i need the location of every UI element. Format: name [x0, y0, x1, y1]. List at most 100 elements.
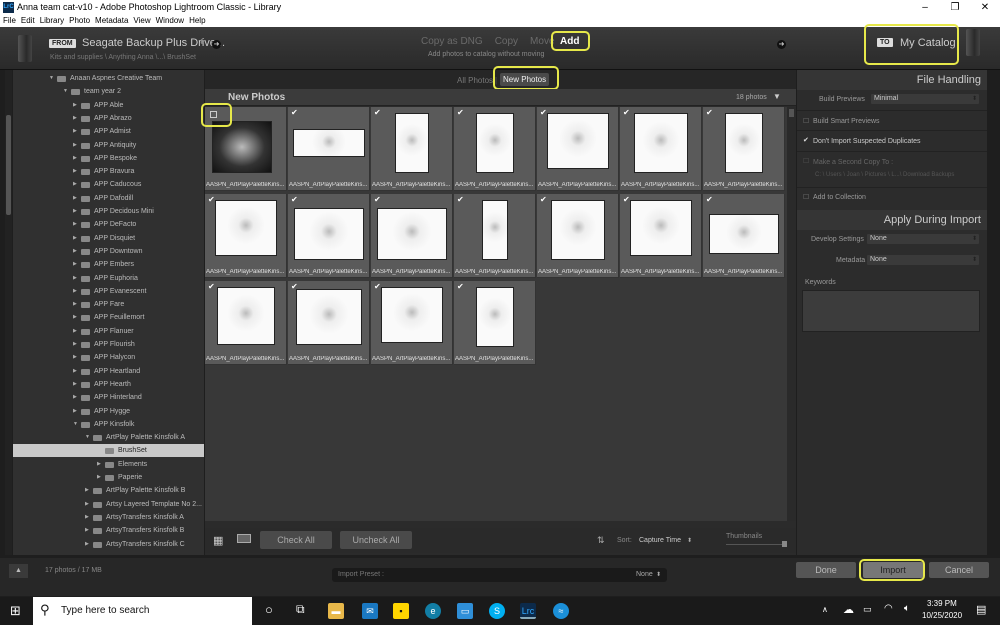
grid-view-icon[interactable]: ▦	[213, 534, 223, 547]
develop-settings-select[interactable]: None	[867, 234, 979, 244]
uncheck-all-button[interactable]: Uncheck All	[340, 531, 412, 549]
menu-window[interactable]: Window	[156, 16, 184, 25]
include-checkbox-icon[interactable]: ✔	[457, 282, 464, 291]
add-collection-checkbox[interactable]: ☐	[803, 193, 809, 201]
thumbnail-slider-handle[interactable]	[782, 541, 787, 547]
expand-arrow-icon[interactable]: ▶	[85, 524, 89, 537]
tree-item[interactable]: ▶ ArtPlay Palette Kinsfolk B	[13, 484, 204, 497]
photo-thumbnail-cell[interactable]: ✔AASPN_ArtPlayPaletteKins...	[205, 281, 287, 365]
tree-item[interactable]: ▶ APP Antiquity	[13, 139, 204, 152]
sort-value[interactable]: Capture Time	[639, 537, 681, 544]
photo-thumbnail-cell[interactable]: ✔AASPN_ArtPlayPaletteKins...	[537, 194, 619, 278]
menu-metadata[interactable]: Metadata	[95, 16, 128, 25]
menu-view[interactable]: View	[133, 16, 150, 25]
tree-item[interactable]: ▶ APP Decidous Mini	[13, 205, 204, 218]
include-checkbox-icon[interactable]: ✔	[374, 108, 381, 117]
expand-arrow-icon[interactable]: ▶	[73, 152, 77, 165]
file-explorer-icon[interactable]: ▬	[328, 603, 344, 619]
clock-time[interactable]: 3:39 PM	[927, 599, 957, 608]
tree-item[interactable]: ▶ APP Caducous	[13, 178, 204, 191]
add-mode[interactable]: Add	[560, 36, 579, 47]
second-copy-checkbox[interactable]: ☐	[803, 157, 809, 165]
metadata-select[interactable]: None	[867, 255, 979, 265]
cloud-icon[interactable]: ☁	[843, 603, 854, 616]
include-checkbox-icon[interactable]: ✔	[374, 195, 381, 204]
include-checkbox-icon[interactable]: ✔	[374, 282, 381, 291]
done-button[interactable]: Done	[796, 562, 856, 578]
task-view-icon[interactable]: ⧉	[296, 602, 305, 617]
close-icon[interactable]: ✕	[970, 0, 1000, 15]
tree-item[interactable]: ▶ ArtsyTransfers Kinsfolk C	[13, 538, 204, 551]
cancel-button[interactable]: Cancel	[929, 562, 989, 578]
photo-thumbnail-cell[interactable]: ✔AASPN_ArtPlayPaletteKins...	[288, 194, 370, 278]
tree-item[interactable]: ▶ APP Hinterland	[13, 391, 204, 404]
no-duplicates-checkbox[interactable]: ✔	[803, 136, 809, 144]
smart-previews-checkbox[interactable]: ☐	[803, 117, 809, 125]
include-checkbox-icon[interactable]: ✔	[540, 108, 547, 117]
expand-arrow-icon[interactable]: ▶	[73, 405, 77, 418]
build-previews-select[interactable]: Minimal	[871, 94, 979, 104]
tree-item[interactable]: ▶ APP Fare	[13, 298, 204, 311]
network-icon[interactable]: ▭	[863, 604, 872, 615]
photo-thumbnail-cell[interactable]: ✔AASPN_ArtPlayPaletteKins...	[288, 281, 370, 365]
expand-arrow-icon[interactable]: ▶	[73, 365, 77, 378]
sort-direction-icon[interactable]: ⇅	[597, 535, 605, 546]
menu-library[interactable]: Library	[40, 16, 64, 25]
import-preset-value[interactable]: None	[636, 571, 653, 578]
expand-arrow-icon[interactable]: ▶	[73, 232, 77, 245]
expand-arrow-icon[interactable]: ▶	[73, 178, 77, 191]
tree-item[interactable]: ▶ APP Hearth	[13, 378, 204, 391]
tree-item[interactable]: ▶ APP Abrazo	[13, 112, 204, 125]
expand-arrow-icon[interactable]: ▶	[85, 498, 89, 511]
tree-item[interactable]: ▼ team year 2	[13, 85, 204, 98]
notifications-icon[interactable]: ▤	[976, 603, 986, 616]
tree-item[interactable]: ▶ APP Flanuer	[13, 325, 204, 338]
tree-item[interactable]: ▶ APP Downtown	[13, 245, 204, 258]
include-checkbox-icon[interactable]: ✔	[540, 195, 547, 204]
photo-thumbnail-cell[interactable]: ✔AASPN_ArtPlayPaletteKins...	[537, 107, 619, 191]
tree-item[interactable]: ▶ APP Hygge	[13, 405, 204, 418]
restore-icon[interactable]: ❐	[940, 0, 970, 15]
source-dropdown-icon[interactable]: ⬍	[199, 38, 205, 46]
tree-item[interactable]: ▶ APP Bespoke	[13, 152, 204, 165]
expand-arrow-icon[interactable]: ▶	[73, 125, 77, 138]
tray-chevron-icon[interactable]: ∧	[822, 605, 828, 614]
loupe-view-icon[interactable]	[237, 534, 251, 543]
copy-as-dng-mode[interactable]: Copy as DNG	[421, 36, 483, 47]
menu-file[interactable]: File	[3, 16, 16, 25]
photo-thumbnail-cell[interactable]: ✔AASPN_ArtPlayPaletteKins...	[620, 107, 702, 191]
expand-arrow-icon[interactable]: ▶	[73, 258, 77, 271]
expand-arrow-icon[interactable]: ▶	[85, 511, 89, 524]
tree-item[interactable]: ▶ APP Admist	[13, 125, 204, 138]
include-checkbox-icon[interactable]: ✔	[706, 108, 713, 117]
expand-arrow-icon[interactable]: ▶	[73, 139, 77, 152]
app-taskbar-icon[interactable]: ≈	[553, 603, 569, 619]
photo-thumbnail-cell[interactable]: ✔AASPN_ArtPlayPaletteKins...	[703, 107, 785, 191]
photo-thumbnail-cell[interactable]: ✔AASPN_ArtPlayPaletteKins...	[703, 194, 785, 278]
cortana-icon[interactable]: ○	[265, 602, 273, 617]
keywords-input[interactable]	[802, 290, 980, 332]
filter-new-photos[interactable]: New Photos	[500, 73, 550, 86]
tree-item[interactable]: ▶ Artsy Layered Template No 2...	[13, 498, 204, 511]
tree-item[interactable]: BrushSet	[13, 444, 204, 458]
photo-thumbnail-cell[interactable]: ✔AASPN_ArtPlayPaletteKins...	[371, 194, 453, 278]
left-scrollbar[interactable]	[5, 70, 12, 555]
collapse-arrow-icon[interactable]: ▼	[73, 418, 78, 431]
tree-item[interactable]: ▼ APP Kinsfolk	[13, 418, 204, 431]
windows-start-icon[interactable]: ⊞	[10, 603, 21, 619]
second-copy-path[interactable]: C: \ Users \ Joan \ Pictures \ L...\ Dow…	[815, 172, 954, 178]
minimize-icon[interactable]: –	[910, 0, 940, 15]
include-checkbox-icon[interactable]: ✔	[623, 195, 630, 204]
expand-arrow-icon[interactable]: ▶	[73, 272, 77, 285]
expand-arrow-icon[interactable]: ▶	[73, 298, 77, 311]
mail-icon[interactable]: ✉	[362, 603, 378, 619]
preset-dropdown-icon[interactable]: ⬍	[656, 571, 661, 578]
taskbar-search-input[interactable]: Type here to search	[33, 597, 252, 625]
apply-during-import-header[interactable]: Apply During Import	[797, 210, 987, 230]
include-checkbox-icon[interactable]: ✔	[208, 282, 215, 291]
destination-catalog[interactable]: My Catalog	[900, 37, 956, 49]
expand-arrow-icon[interactable]: ▶	[73, 351, 77, 364]
photo-thumbnail-cell[interactable]: ✔AASPN_ArtPlayPaletteKins...	[620, 194, 702, 278]
photo-thumbnail-cell[interactable]: ✔AASPN_ArtPlayPaletteKins...	[288, 107, 370, 191]
tree-item[interactable]: ▶ APP Halycon	[13, 351, 204, 364]
